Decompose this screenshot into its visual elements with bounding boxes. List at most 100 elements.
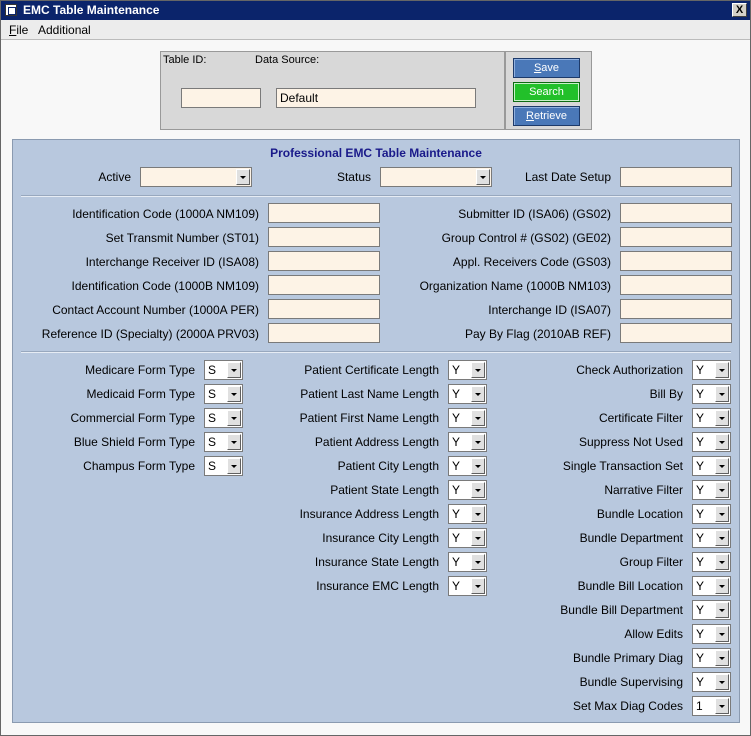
insurance-emc-length-select[interactable]: Y [448,576,487,596]
set-max-diag-codes-select[interactable]: 1 [692,696,731,716]
certificate-filter-select[interactable]: Y [692,408,731,428]
table-id-input[interactable] [181,88,261,108]
option-label: Bundle Supervising [579,675,683,689]
contact-account-number-input[interactable] [268,299,380,319]
commercial-form-type-select[interactable]: S [204,408,243,428]
chevron-down-icon[interactable] [227,458,241,474]
allow-edits-select[interactable]: Y [692,624,731,644]
status-select[interactable] [380,167,492,187]
single-transaction-set-select[interactable]: Y [692,456,731,476]
submitter-id-input[interactable] [620,203,732,223]
insurance-state-length-select[interactable]: Y [448,552,487,572]
option-label: Bundle Bill Location [577,579,683,593]
pay-by-flag-input[interactable] [620,323,732,343]
chevron-down-icon[interactable] [715,386,729,402]
identification-code-1000b-input[interactable] [268,275,380,295]
option-value: Y [452,459,461,473]
chevron-down-icon[interactable] [715,410,729,426]
bundle-bill-location-select[interactable]: Y [692,576,731,596]
table-id-label: Table ID: [163,54,207,66]
medicaid-form-type-select[interactable]: S [204,384,243,404]
chevron-down-icon[interactable] [715,530,729,546]
active-label: Active [98,170,131,184]
bill-by-select[interactable]: Y [692,384,731,404]
option-label: Insurance EMC Length [316,579,439,593]
check-authorization-select[interactable]: Y [692,360,731,380]
chevron-down-icon[interactable] [227,434,241,450]
chevron-down-icon[interactable] [471,410,485,426]
bundle-department-select[interactable]: Y [692,528,731,548]
narrative-filter-select[interactable]: Y [692,480,731,500]
option-value: Y [696,411,705,425]
chevron-down-icon[interactable] [715,626,729,642]
champus-form-type-select[interactable]: S [204,456,243,476]
chevron-down-icon[interactable] [471,362,485,378]
interchange-id-input[interactable] [620,299,732,319]
chevron-down-icon[interactable] [471,434,485,450]
patient-certificate-length-select[interactable]: Y [448,360,487,380]
chevron-down-icon[interactable] [471,554,485,570]
chevron-down-icon[interactable] [715,578,729,594]
chevron-down-icon[interactable] [715,602,729,618]
chevron-down-icon[interactable] [715,674,729,690]
patient-city-length-select[interactable]: Y [448,456,487,476]
chevron-down-icon[interactable] [471,386,485,402]
chevron-down-icon[interactable] [236,169,250,185]
chevron-down-icon[interactable] [715,698,729,714]
retrieve-button[interactable]: Retrieve [513,106,580,126]
chevron-down-icon[interactable] [715,362,729,378]
bundle-bill-department-select[interactable]: Y [692,600,731,620]
bundle-primary-diag-select[interactable]: Y [692,648,731,668]
group-control-input[interactable] [620,227,732,247]
interchange-receiver-id-input[interactable] [268,251,380,271]
app-icon [5,4,17,16]
suppress-not-used-select[interactable]: Y [692,432,731,452]
chevron-down-icon[interactable] [715,650,729,666]
chevron-down-icon[interactable] [471,578,485,594]
menu-file[interactable]: File [9,23,28,37]
chevron-down-icon[interactable] [227,410,241,426]
patient-first-name-length-select[interactable]: Y [448,408,487,428]
chevron-down-icon[interactable] [471,530,485,546]
active-select[interactable] [140,167,252,187]
reference-id-specialty-input[interactable] [268,323,380,343]
organization-name-input[interactable] [620,275,732,295]
bundle-location-select[interactable]: Y [692,504,731,524]
blue-shield-form-type-select[interactable]: S [204,432,243,452]
last-date-setup-input[interactable] [620,167,732,187]
group-filter-select[interactable]: Y [692,552,731,572]
chevron-down-icon[interactable] [227,362,241,378]
bundle-supervising-select[interactable]: Y [692,672,731,692]
insurance-address-length-select[interactable]: Y [448,504,487,524]
option-label: Patient Address Length [314,435,439,449]
chevron-down-icon[interactable] [715,554,729,570]
chevron-down-icon[interactable] [471,506,485,522]
save-button[interactable]: Save [513,58,580,78]
field-label: Interchange ID (ISA07) [488,303,611,317]
medicare-form-type-select[interactable]: S [204,360,243,380]
chevron-down-icon[interactable] [471,482,485,498]
patient-last-name-length-select[interactable]: Y [448,384,487,404]
menu-additional[interactable]: Additional [38,23,91,37]
set-transmit-number-input[interactable] [268,227,380,247]
appl-receivers-code-input[interactable] [620,251,732,271]
chevron-down-icon[interactable] [715,482,729,498]
identification-code-1000a-input[interactable] [268,203,380,223]
chevron-down-icon[interactable] [471,458,485,474]
insurance-city-length-select[interactable]: Y [448,528,487,548]
option-label: Insurance City Length [322,531,439,545]
chevron-down-icon[interactable] [715,506,729,522]
data-source-input[interactable]: Default [276,88,476,108]
emc-maintenance-panel: Professional EMC Table Maintenance Activ… [12,139,740,723]
search-button[interactable]: Search [513,82,580,102]
chevron-down-icon[interactable] [476,169,490,185]
option-label: Narrative Filter [604,483,683,497]
option-value: Y [696,651,705,665]
chevron-down-icon[interactable] [227,386,241,402]
close-button[interactable]: X [732,3,747,17]
patient-state-length-select[interactable]: Y [448,480,487,500]
chevron-down-icon[interactable] [715,434,729,450]
chevron-down-icon[interactable] [715,458,729,474]
patient-address-length-select[interactable]: Y [448,432,487,452]
menu-bar: File Additional [1,20,750,40]
